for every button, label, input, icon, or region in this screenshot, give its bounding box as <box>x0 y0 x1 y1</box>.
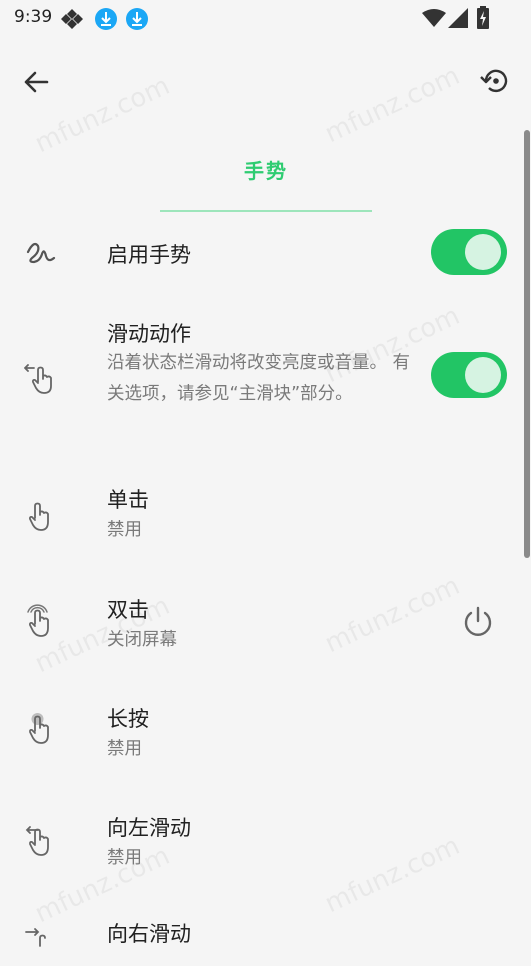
download-icon <box>125 7 149 35</box>
swipe-left-hand-icon <box>24 822 58 856</box>
enable-gestures-toggle[interactable] <box>431 229 507 275</box>
long-press-hand-icon <box>24 711 58 745</box>
title-underline <box>160 210 372 212</box>
setting-single-tap[interactable]: 单击 禁用 <box>0 480 531 550</box>
setting-long-press[interactable]: 长按 禁用 <box>0 697 531 767</box>
setting-swipe-action[interactable]: 滑动动作 沿着状态栏滑动将改变亮度或音量。 有关选项，请参见“主滑块”部分。 <box>0 312 531 442</box>
setting-subtitle: 禁用 <box>107 739 142 759</box>
setting-double-tap[interactable]: 双击 关闭屏幕 <box>0 588 531 658</box>
setting-subtitle: 沿着状态栏滑动将改变亮度或音量。 有关选项，请参见“主滑块”部分。 <box>107 353 411 404</box>
setting-title: 单击 <box>107 488 149 512</box>
download-icon <box>94 7 118 35</box>
setting-subtitle: 禁用 <box>107 520 142 540</box>
battery-icon <box>476 6 490 34</box>
setting-swipe-right[interactable]: 向右滑动 <box>0 914 531 954</box>
tap-hand-icon <box>24 498 58 532</box>
status-time: 9:39 <box>14 7 53 27</box>
toggle-knob <box>465 357 501 393</box>
restore-icon[interactable] <box>478 64 512 98</box>
setting-subtitle: 禁用 <box>107 848 142 868</box>
status-bar: 9:39 <box>0 0 531 36</box>
swipe-hand-icon <box>23 360 58 394</box>
setting-title: 启用手势 <box>107 243 191 267</box>
double-tap-hand-icon <box>24 604 58 638</box>
toggle-knob <box>465 234 501 270</box>
app-bar <box>0 52 531 112</box>
swipe-action-toggle[interactable] <box>431 352 507 398</box>
tidal-app-icon <box>60 8 84 34</box>
page-title: 手势 <box>244 159 288 183</box>
setting-enable-gestures[interactable]: 启用手势 <box>0 225 531 285</box>
cell-signal-icon <box>448 8 468 32</box>
setting-swipe-left[interactable]: 向左滑动 禁用 <box>0 806 531 876</box>
power-icon[interactable] <box>460 604 496 640</box>
gesture-squiggle-icon <box>24 236 58 270</box>
wifi-icon <box>422 9 446 31</box>
setting-title: 双击 <box>107 598 149 622</box>
swipe-right-hand-icon <box>24 926 58 960</box>
setting-title: 向左滑动 <box>107 816 191 840</box>
setting-title: 滑动动作 <box>107 322 191 346</box>
setting-title: 长按 <box>107 707 149 731</box>
setting-subtitle: 关闭屏幕 <box>107 630 177 650</box>
back-arrow-icon[interactable] <box>20 66 52 98</box>
